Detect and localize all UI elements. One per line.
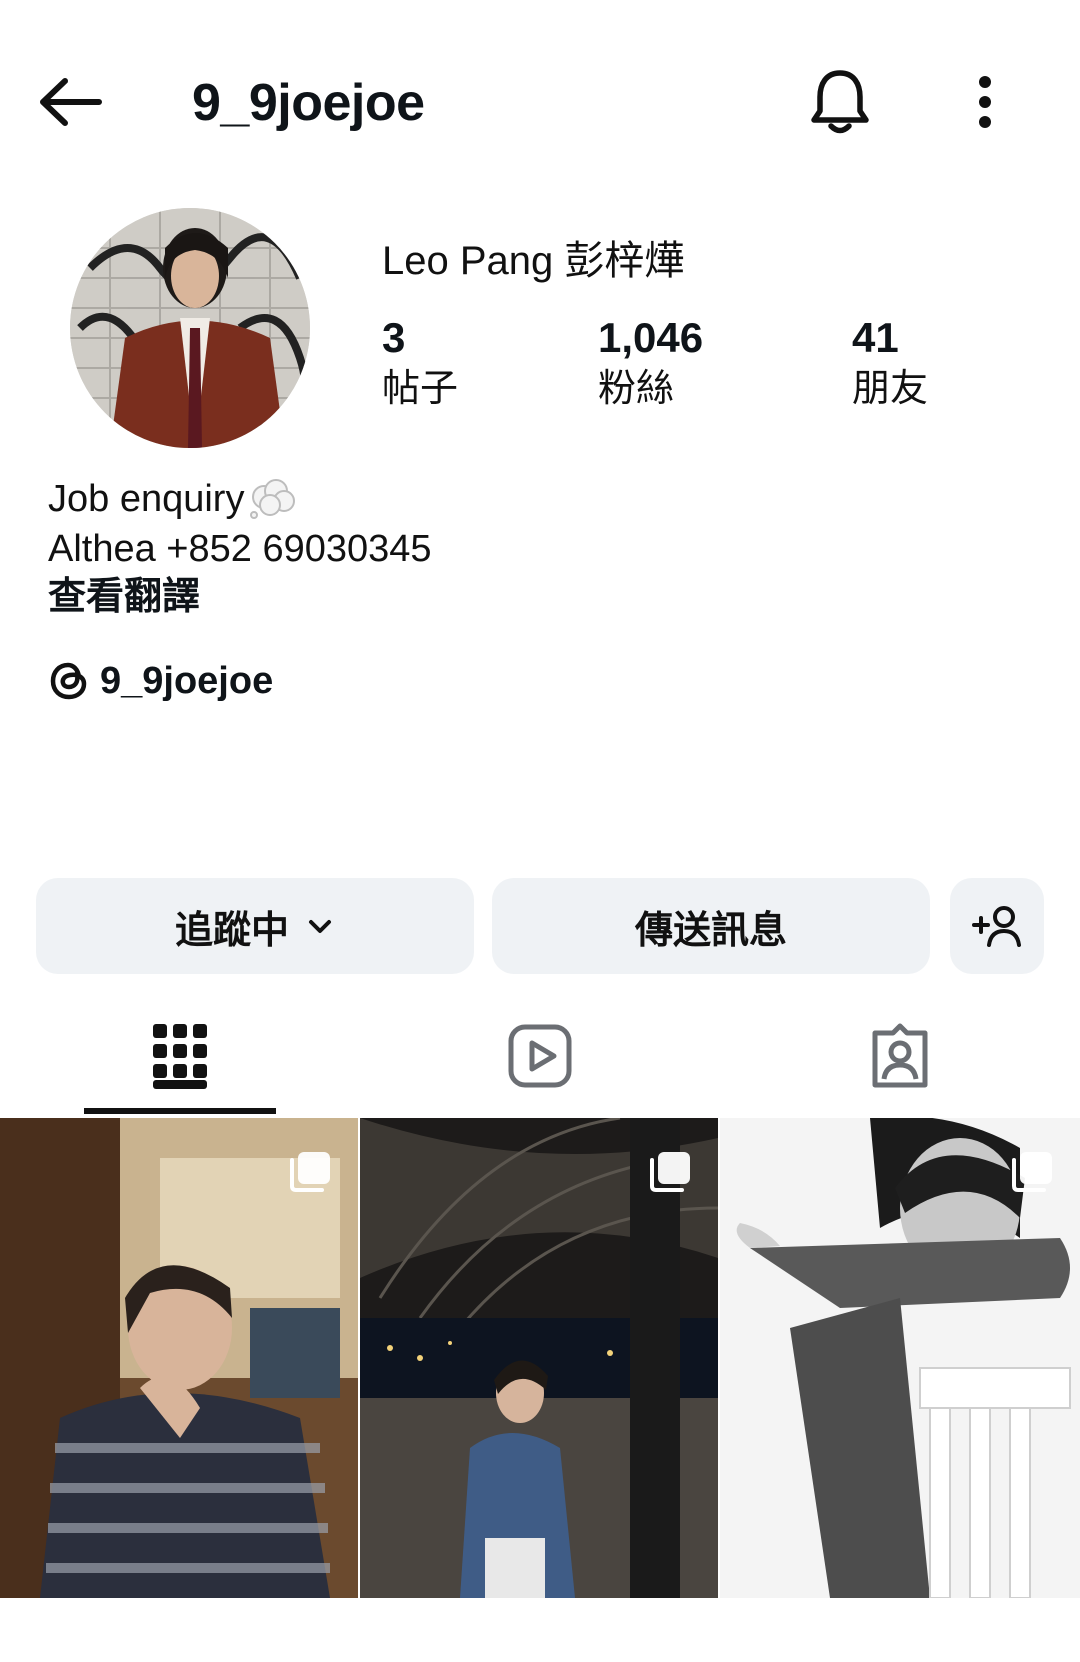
friends-count-value: 41 [852, 314, 899, 361]
post-tile-3[interactable] [720, 1118, 1080, 1598]
followers-count-value: 1,046 [598, 314, 704, 361]
grid-icon [153, 1024, 207, 1089]
display-name: Leo Pang 彭梓燁 [382, 239, 685, 283]
threads-handle: 9_9joejoe [100, 660, 274, 702]
threads-link[interactable]: 9_9joejoe [48, 656, 273, 706]
chevron-down-icon [309, 920, 331, 933]
posts-count-value: 3 [382, 314, 406, 361]
posts-count[interactable]: 3 帖子 [382, 312, 458, 414]
post-tile-1[interactable] [0, 1118, 358, 1598]
tab-tagged[interactable] [720, 1000, 1080, 1112]
tagged-icon [872, 1023, 928, 1088]
more-options-button[interactable] [945, 62, 1025, 142]
reels-icon [508, 1024, 572, 1088]
profile-avatar[interactable] [70, 208, 310, 448]
more-vertical-icon [979, 76, 991, 128]
notifications-button[interactable] [800, 62, 880, 142]
bio-line-1: Job enquiry [48, 478, 245, 520]
active-tab-indicator [84, 1108, 276, 1114]
bio-line-2: Althea +852 69030345 [48, 528, 432, 570]
message-button[interactable]: 傳送訊息 [492, 878, 930, 974]
followers-count[interactable]: 1,046 粉絲 [598, 312, 703, 414]
arrow-left-icon [40, 78, 102, 126]
suggest-people-button[interactable] [950, 878, 1044, 974]
threads-icon [50, 662, 87, 700]
bell-icon [811, 70, 869, 134]
message-button-label: 傳送訊息 [634, 909, 787, 952]
following-button-label: 追蹤中 [174, 909, 289, 952]
profile-username: 9_9joejoe [192, 74, 425, 132]
carousel-icon [650, 1152, 690, 1192]
posts-count-label: 帖子 [382, 368, 459, 410]
thought-balloon-icon [250, 479, 296, 519]
following-button[interactable]: 追蹤中 [36, 878, 474, 974]
carousel-icon [1012, 1152, 1052, 1192]
post-tile-2[interactable] [360, 1118, 718, 1598]
friends-count-label: 朋友 [852, 368, 929, 410]
friends-count[interactable]: 41 朋友 [852, 312, 928, 414]
profile-bio: Job enquiry Althea +852 69030345 [48, 474, 432, 574]
carousel-icon [290, 1152, 330, 1192]
see-translation-link[interactable]: 查看翻譯 [48, 572, 200, 622]
tab-posts-grid[interactable] [0, 1000, 360, 1112]
add-person-icon [972, 906, 1021, 947]
tab-reels[interactable] [360, 1000, 720, 1112]
followers-count-label: 粉絲 [598, 368, 675, 410]
back-button[interactable] [30, 62, 110, 142]
